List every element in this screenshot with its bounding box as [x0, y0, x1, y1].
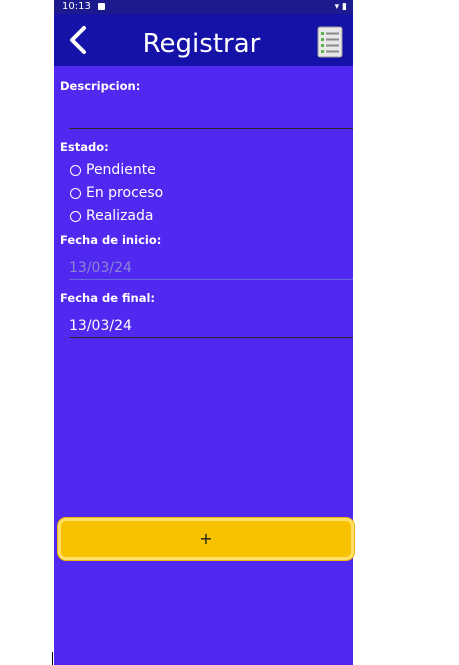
fecha-inicio-label: Fecha de inicio:: [60, 233, 162, 247]
status-time: 10:13: [62, 1, 91, 12]
fecha-inicio-value: 13/03/24: [69, 260, 132, 276]
fecha-final-label: Fecha de final:: [60, 291, 156, 305]
fecha-inicio-input[interactable]: [69, 279, 353, 280]
fecha-final-input[interactable]: [69, 337, 353, 338]
radio-pendiente[interactable]: Pendiente: [70, 160, 156, 180]
notification-icon: [98, 3, 105, 10]
page-title: Registrar: [142, 29, 261, 59]
radio-circle-icon: [70, 164, 81, 176]
descripcion-label: Descripcion:: [60, 79, 141, 93]
checklist-icon[interactable]: [317, 26, 343, 58]
fecha-final-value: 13/03/24: [69, 318, 132, 334]
app-bar: Registrar: [54, 14, 353, 66]
radio-label-realizada: Realizada: [86, 208, 154, 224]
radio-label-en-proceso: En proceso: [86, 185, 164, 201]
descripcion-input[interactable]: [69, 128, 353, 129]
radio-en-proceso[interactable]: En proceso: [70, 183, 163, 203]
back-arrow-icon[interactable]: [66, 24, 90, 56]
estado-label: Estado:: [60, 140, 109, 154]
radio-circle-icon: [70, 210, 81, 222]
app-screen: 10:13 ▾ ▮ Registrar Descripcion: Estado:…: [54, 0, 354, 665]
radio-circle-icon: [70, 187, 81, 199]
add-button[interactable]: +: [58, 518, 354, 560]
radio-label-pendiente: Pendiente: [86, 162, 156, 178]
edge-divider: [52, 652, 53, 665]
radio-realizada[interactable]: Realizada: [70, 206, 153, 226]
status-bar: 10:13 ▾ ▮: [54, 0, 353, 14]
signal-battery-icons: ▾ ▮: [334, 2, 347, 12]
